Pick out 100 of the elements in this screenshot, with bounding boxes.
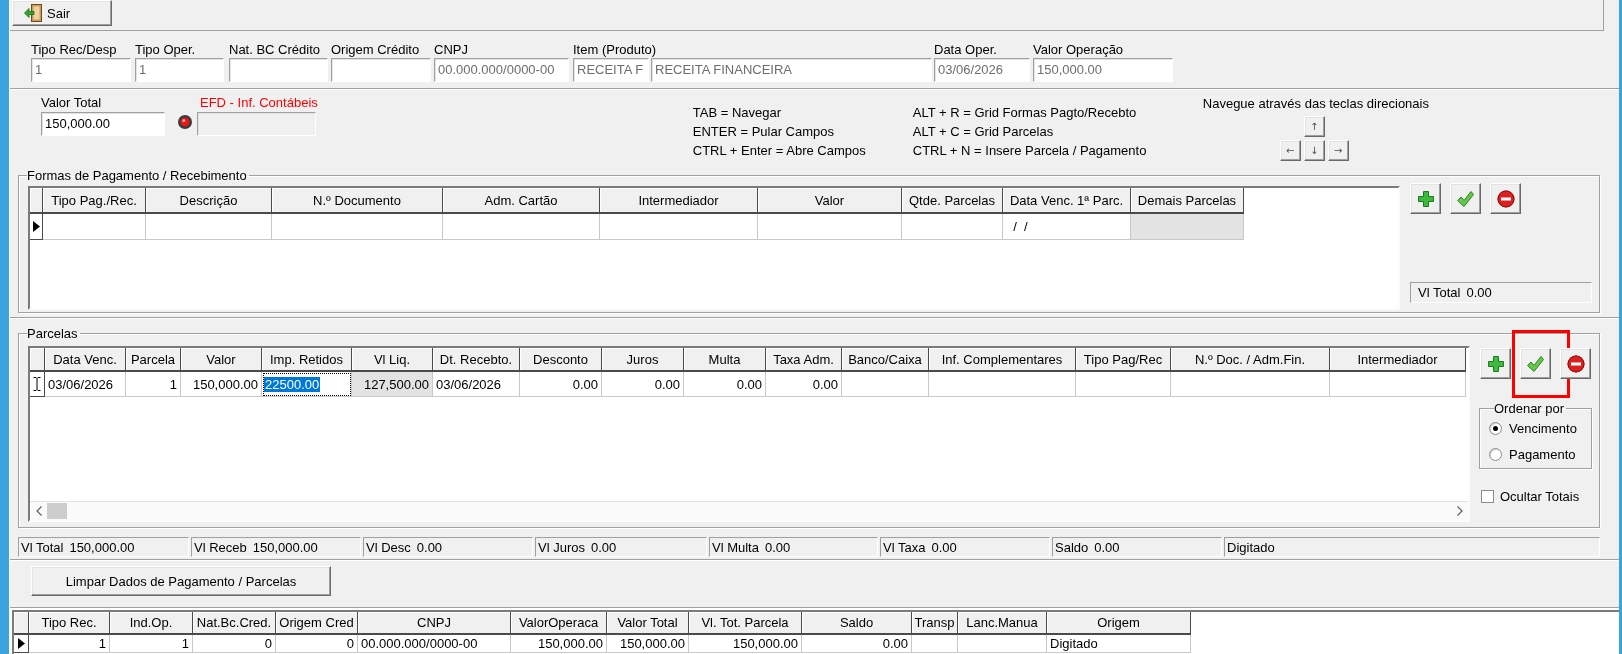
column-header: Tipo Pag./Rec. xyxy=(43,188,146,214)
table-cell: 03/06/2026 xyxy=(45,372,126,397)
remove-button[interactable] xyxy=(1490,183,1521,214)
arrow-key-button[interactable]: ← xyxy=(1279,140,1301,161)
table-cell: 150,000.00 xyxy=(689,635,802,653)
column-header: Valor xyxy=(758,188,902,214)
group-title: Formas de Pagamento / Recebimento xyxy=(27,168,248,183)
arrow-key-button[interactable]: ↑ xyxy=(1303,116,1325,137)
summary-value: 0.00 xyxy=(1094,539,1120,555)
field-label: Nat. BC Crédito xyxy=(229,42,322,58)
column-header: Origem Cred xyxy=(276,612,358,635)
exit-door-icon xyxy=(24,4,42,22)
summary-label: Vl Taxa xyxy=(883,539,926,555)
field-label: Tipo Oper. xyxy=(135,42,197,58)
radio-button[interactable] xyxy=(1489,447,1502,461)
check-icon xyxy=(1456,189,1475,208)
summary-label: Saldo xyxy=(1055,539,1089,555)
column-header: Tipo Pag/Rec xyxy=(1076,348,1171,372)
summary-label: Vl Desc xyxy=(366,539,411,555)
scrollbar-thumb[interactable] xyxy=(47,503,67,519)
indicator-light-icon xyxy=(178,115,192,129)
checkbox-label: Ocultar Totais xyxy=(1500,488,1580,504)
summary-value: 150,000.00 xyxy=(69,539,135,555)
remove-button[interactable] xyxy=(1560,348,1591,379)
table-cell: 00.000.000/0000-00 xyxy=(358,635,511,653)
group-title: Parcelas xyxy=(27,326,79,341)
exit-button[interactable]: Sair xyxy=(12,0,112,26)
summary-label: Vl Multa xyxy=(712,539,759,555)
column-header: Valor Total xyxy=(607,612,689,635)
summary-label: Vl Receb xyxy=(194,539,247,555)
data-grid[interactable]: Tipo Rec. Ind.Op. Nat.Bc.Cred. Origem Cred CNPJ ValorOperaca Valor Total Vl. Tot. Parcela Saldo Transp Lanc.Manua Origem 1 1 0 0 00.000.000/0000-00 150,000.00 150,000.00 150,000.00 0.00 Digitado xyxy=(12,610,1619,654)
horizontal-scrollbar[interactable] xyxy=(30,501,1468,520)
clear-button[interactable]: Limpar Dados de Pagamento / Parcelas xyxy=(31,566,331,596)
check-icon xyxy=(1526,354,1545,373)
column-header: Tipo Rec. xyxy=(29,612,110,635)
text-field[interactable]: 150,000.00 xyxy=(1033,58,1173,82)
column-header: Data Venc. 1ª Parc. xyxy=(1003,188,1131,214)
column-header: Adm. Cartão xyxy=(443,188,600,214)
radio-label: Pagamento xyxy=(1509,446,1576,462)
field-label: Valor Total xyxy=(41,95,103,111)
column-header: Vl Liq. xyxy=(352,348,433,372)
column-header: N.º Documento xyxy=(272,188,443,214)
table-cell: 0.00 xyxy=(802,635,912,653)
table-cell: 150,000.00 xyxy=(607,635,689,653)
summary-label: Digitado xyxy=(1227,539,1275,555)
table-cell: / / xyxy=(1003,214,1131,240)
minus-circle-icon xyxy=(1496,189,1515,208)
column-header: Dt. Recebto. xyxy=(433,348,520,372)
table-cell: Digitado xyxy=(1047,635,1191,653)
column-header: Qtde. Parcelas xyxy=(902,188,1003,214)
text-field[interactable]: RECEITA F xyxy=(573,58,649,82)
text-field[interactable] xyxy=(331,58,431,82)
text-field[interactable]: 1 xyxy=(31,58,131,82)
table-cell: 1 xyxy=(29,635,110,653)
field-label: Item (Produto) xyxy=(573,42,658,58)
text-field[interactable]: 00.000.000/0000-00 xyxy=(434,58,569,82)
field-label: CNPJ xyxy=(434,42,469,58)
shortcut-hint: CTRL + N = Insere Parcela / Pagamento xyxy=(912,142,1148,160)
text-field[interactable]: 150,000.00 xyxy=(41,112,165,136)
column-header: Demais Parcelas xyxy=(1131,188,1244,214)
radio-label: Vencimento xyxy=(1509,420,1577,436)
chevron-right-icon xyxy=(1456,506,1463,516)
plus-icon xyxy=(1486,354,1505,373)
data-grid[interactable] xyxy=(28,346,1470,522)
summary-value: 0.00 xyxy=(416,539,443,555)
column-header: Intermediador xyxy=(1330,348,1466,372)
table-cell: 0.00 xyxy=(520,372,602,397)
arrow-key-button[interactable]: → xyxy=(1327,140,1349,161)
column-header: CNPJ xyxy=(358,612,511,635)
checkbox[interactable] xyxy=(1481,489,1494,503)
minus-circle-icon xyxy=(1566,354,1585,373)
field-label: Data Oper. xyxy=(934,42,998,58)
table-cell: 22500.00 xyxy=(262,372,352,397)
arrow-key-button[interactable]: ↓ xyxy=(1303,140,1325,161)
text-field[interactable]: 1 xyxy=(135,58,224,82)
table-cell: 0.00 xyxy=(602,372,684,397)
column-header: ValorOperaca xyxy=(511,612,607,635)
column-header: Lanc.Manua xyxy=(958,612,1047,635)
summary-label: Vl Total xyxy=(1418,285,1461,300)
add-button[interactable] xyxy=(1480,348,1511,379)
confirm-button[interactable] xyxy=(1520,348,1551,379)
column-header: Nat.Bc.Cred. xyxy=(193,612,276,635)
column-header: Desconto xyxy=(520,348,602,372)
text-field[interactable]: RECEITA FINANCEIRA xyxy=(651,58,932,82)
column-header: Transp xyxy=(912,612,958,635)
table-cell: 03/06/2026 xyxy=(433,372,520,397)
summary-value: 0.00 xyxy=(764,539,791,555)
column-header: Intermediador xyxy=(600,188,758,214)
data-grid[interactable]: Tipo Pag./Rec. Descrição N.º Documento Adm. Cartão Intermediador Valor Qtde. Parcelas Data Venc. 1ª Parc. Demais Parcelas / / xyxy=(28,186,1400,310)
confirm-button[interactable] xyxy=(1450,183,1481,214)
text-field[interactable] xyxy=(229,58,328,82)
column-header: Vl. Tot. Parcela xyxy=(689,612,802,635)
plus-icon xyxy=(1416,189,1435,208)
column-header: Inf. Complementares xyxy=(929,348,1076,372)
add-button[interactable] xyxy=(1410,183,1441,214)
field-label: Tipo Rec/Desp xyxy=(31,42,118,58)
text-field[interactable]: 03/06/2026 xyxy=(934,58,1030,82)
column-header: Ind.Op. xyxy=(110,612,193,635)
summary-label: Vl Juros xyxy=(538,539,585,555)
chevron-left-icon xyxy=(35,506,42,516)
